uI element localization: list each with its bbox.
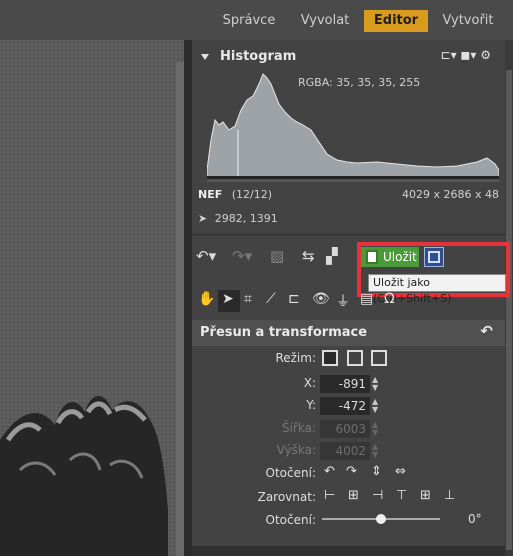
align-bottom-icon[interactable]: ⊥ [444, 488, 455, 503]
mode-crop-icon[interactable] [371, 350, 387, 366]
tab-vyvolat[interactable]: Vyvolat [292, 10, 358, 32]
y-label: Y: [306, 398, 316, 412]
tools-row: ✋ ➤ ⌗ ⟋ ⊏ 👁 ⏚ ▤ Ω [194, 290, 511, 312]
tab-editor[interactable]: Editor [364, 10, 428, 32]
rotation-slider-knob[interactable] [376, 514, 386, 524]
redeye-tool-icon[interactable]: 👁 [312, 291, 330, 307]
align-center-h-icon[interactable]: ⊞ [348, 488, 359, 503]
reset-undo-icon[interactable]: ↶ [480, 322, 493, 340]
redo-icon[interactable]: ↷▾ [232, 247, 252, 265]
next-section-bar[interactable] [192, 546, 505, 556]
perspective-tool-icon[interactable]: ⊏ [288, 291, 300, 307]
rotate-label: Otočení: [265, 466, 316, 480]
align-top-icon[interactable]: ⊤ [396, 488, 407, 503]
y-spinner-icon[interactable]: ▲ ▼ [372, 398, 382, 414]
hand-tool-icon[interactable]: ✋ [198, 291, 215, 307]
height-label: Výška: [276, 443, 316, 457]
align-label: Zarovnat: [257, 490, 316, 504]
rotation-value: 0° [468, 512, 482, 526]
align-left-icon[interactable]: ⊢ [324, 488, 335, 503]
align-center-v-icon[interactable]: ⊞ [420, 488, 431, 503]
brush-tool-icon[interactable]: ▤ [360, 291, 373, 307]
divider [192, 234, 505, 235]
section-title: Přesun a transformace [200, 325, 368, 340]
x-input[interactable]: -891 [320, 375, 370, 393]
panel-splitter[interactable] [184, 40, 192, 556]
width-label: Šířka: [281, 421, 316, 435]
mode-canvas-icon[interactable] [347, 350, 363, 366]
transform-section-header[interactable]: Přesun a transformace ↶ [192, 320, 505, 346]
histogram-graph [207, 73, 499, 182]
crop-tool-icon[interactable]: ⌗ [244, 291, 252, 307]
width-spinner-icon[interactable]: ▲ ▼ [372, 421, 382, 437]
pointer-icon: ➤ [198, 212, 208, 225]
file-format: NEF [198, 188, 223, 201]
cursor-position: ➤ 2982, 1391 [198, 212, 278, 225]
height-spinner-icon[interactable]: ▲ ▼ [372, 443, 382, 459]
align-right-icon[interactable]: ⊣ [372, 488, 383, 503]
file-index: (12/12) [231, 188, 273, 201]
rotation-label: Otočení: [265, 513, 316, 527]
photo-image [0, 40, 186, 556]
channel-icon[interactable]: ⊏▾ [441, 48, 457, 62]
file-info: NEF (12/12) [198, 188, 272, 201]
tab-spravce[interactable]: Správce [214, 10, 284, 32]
tab-vytvorit[interactable]: Vytvořit [436, 10, 500, 32]
mode-label: Režim: [275, 351, 316, 365]
swap-icon[interactable]: ▞ [326, 247, 338, 265]
picture-icon[interactable]: ▨ [270, 247, 284, 265]
histogram-title: Histogram [220, 49, 297, 64]
x-label: X: [303, 376, 316, 390]
cursor-coordinates: 2982, 1391 [214, 212, 278, 225]
collapse-triangle-icon[interactable] [201, 54, 209, 60]
straighten-tool-icon[interactable]: ⟋ [266, 291, 276, 307]
width-input[interactable]: 6003 [320, 420, 370, 438]
select-tool-icon[interactable]: ➤ [222, 291, 234, 307]
histogram-options[interactable]: ⊏▾ ◼▾ ⚙ [441, 48, 491, 62]
y-input[interactable]: -472 [320, 397, 370, 415]
compare-icon[interactable]: ⇆ [302, 247, 315, 265]
histogram-header: Histogram ⊏▾ ◼▾ ⚙ [192, 46, 505, 68]
flip-vertical-icon[interactable]: ⇕ [371, 464, 382, 479]
mask-icon[interactable]: ◼▾ [460, 48, 476, 62]
level-tool-icon[interactable]: ⏚ [336, 291, 350, 311]
height-input[interactable]: 4002 [320, 442, 370, 460]
canvas-scrollbar[interactable] [176, 62, 184, 556]
settings-gear-icon[interactable]: ⚙ [480, 48, 491, 62]
undo-icon[interactable]: ↶▾ [196, 247, 216, 265]
text-tool-icon[interactable]: Ω [384, 291, 395, 307]
image-dimensions: 4029 x 2686 x 48 [402, 188, 499, 201]
x-spinner-icon[interactable]: ▲ ▼ [372, 376, 382, 392]
mode-layer-icon[interactable] [322, 350, 338, 366]
photo-canvas[interactable] [0, 40, 186, 556]
rotate-right-icon[interactable]: ↷ [346, 464, 357, 479]
rotate-left-icon[interactable]: ↶ [324, 464, 335, 479]
flip-horizontal-icon[interactable]: ⇔ [395, 464, 406, 479]
